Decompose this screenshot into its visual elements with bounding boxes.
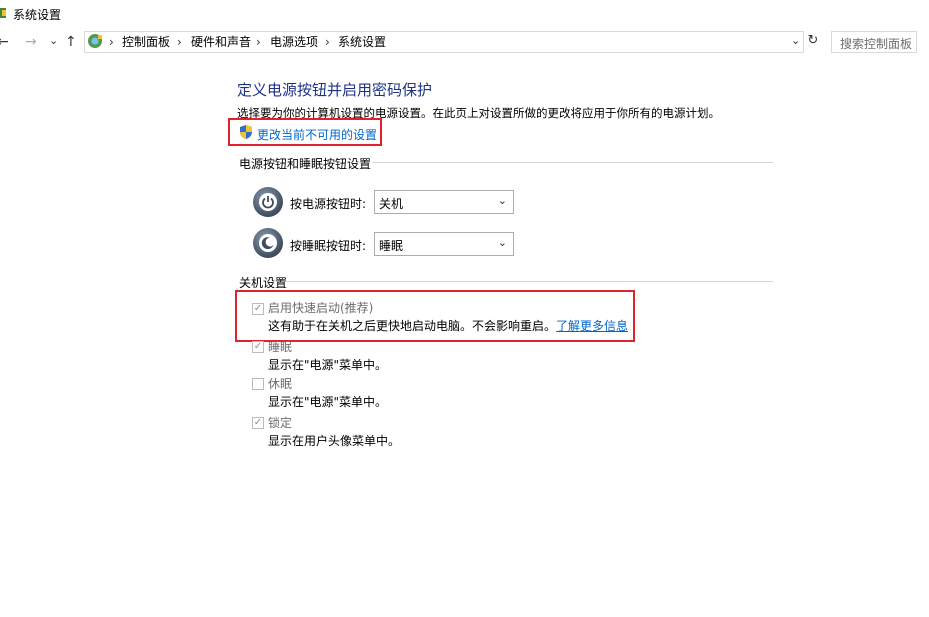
lock-label: 锁定 bbox=[268, 416, 293, 430]
control-panel-icon bbox=[88, 34, 102, 48]
power-button-icon bbox=[253, 187, 283, 217]
select-value: 睡眠 bbox=[379, 239, 404, 253]
breadcrumb-hardware-sound[interactable]: 硬件和声音 bbox=[191, 34, 251, 50]
breadcrumb-power-options[interactable]: 电源选项 bbox=[270, 34, 318, 50]
app-icon bbox=[0, 8, 6, 18]
breadcrumb-control-panel[interactable]: 控制面板 bbox=[122, 34, 170, 50]
section-divider bbox=[286, 281, 773, 282]
hibernate-checkbox[interactable] bbox=[252, 378, 264, 390]
chevron-down-icon: ⌄ bbox=[497, 236, 507, 249]
breadcrumb-separator[interactable]: › bbox=[256, 34, 261, 50]
search-input[interactable]: 搜索控制面板 bbox=[831, 31, 917, 53]
select-value: 关机 bbox=[379, 197, 404, 211]
breadcrumb-separator[interactable]: › bbox=[109, 34, 114, 50]
hibernate-label: 休眠 bbox=[268, 377, 293, 391]
power-button-action-select[interactable]: 关机 ⌄ bbox=[374, 190, 514, 214]
section-divider bbox=[372, 162, 773, 163]
power-symbol-icon bbox=[262, 196, 274, 209]
back-button[interactable]: ← bbox=[0, 34, 9, 50]
window-title: 系统设置 bbox=[13, 8, 62, 22]
lock-description: 显示在用户头像菜单中。 bbox=[268, 434, 401, 448]
sleep-label: 睡眠 bbox=[268, 340, 293, 354]
up-button[interactable]: ↑ bbox=[65, 34, 77, 50]
title-bar bbox=[0, 0, 929, 28]
recent-locations-button[interactable]: ⌄ bbox=[49, 33, 58, 49]
sleep-checkbox[interactable]: ✓ bbox=[252, 341, 264, 353]
moon-icon bbox=[261, 237, 274, 250]
address-dropdown-icon[interactable]: ⌄ bbox=[791, 34, 800, 47]
breadcrumb-system-settings[interactable]: 系统设置 bbox=[338, 34, 386, 50]
sleep-button-label: 按睡眠按钮时: bbox=[290, 239, 367, 253]
power-button-label: 按电源按钮时: bbox=[290, 197, 367, 211]
breadcrumb-separator[interactable]: › bbox=[177, 34, 182, 50]
sleep-button-action-select[interactable]: 睡眠 ⌄ bbox=[374, 232, 514, 256]
highlight-box bbox=[235, 290, 635, 342]
hibernate-description: 显示在"电源"菜单中。 bbox=[268, 395, 388, 409]
sleep-button-icon bbox=[253, 228, 283, 258]
breadcrumb-separator[interactable]: › bbox=[325, 34, 330, 50]
shutdown-section-heading: 关机设置 bbox=[239, 276, 288, 290]
highlight-box bbox=[228, 118, 382, 146]
forward-button[interactable]: → bbox=[25, 34, 37, 50]
sleep-description: 显示在"电源"菜单中。 bbox=[268, 358, 388, 372]
page-title: 定义电源按钮并启用密码保护 bbox=[237, 81, 433, 99]
refresh-icon[interactable]: ↻ bbox=[805, 33, 821, 49]
power-section-heading: 电源按钮和睡眠按钮设置 bbox=[239, 157, 372, 171]
lock-checkbox[interactable]: ✓ bbox=[252, 417, 264, 429]
chevron-down-icon: ⌄ bbox=[497, 194, 507, 207]
